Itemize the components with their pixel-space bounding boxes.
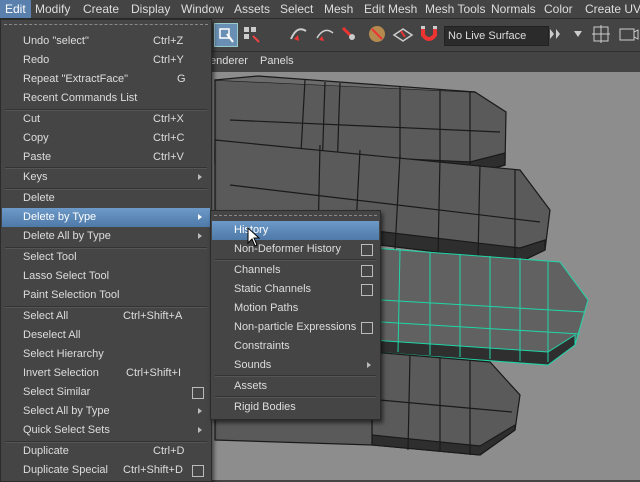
menu-item-deselect-all[interactable]: Deselect All bbox=[2, 326, 210, 345]
option-box-icon[interactable] bbox=[361, 284, 373, 296]
snap-live-icon[interactable] bbox=[366, 23, 388, 45]
menu-item-select-all[interactable]: Select All Ctrl+Shift+A bbox=[2, 307, 210, 326]
mesh-finger-4 bbox=[371, 351, 521, 456]
panel-menubar: enderer Panels bbox=[210, 52, 640, 72]
menu-item-delete[interactable]: Delete bbox=[2, 189, 210, 208]
submenu-arrow-icon bbox=[198, 427, 202, 433]
menu-select[interactable]: Select bbox=[275, 0, 318, 18]
submenu-item-history[interactable]: History bbox=[212, 221, 379, 240]
menu-tear-off[interactable] bbox=[214, 215, 377, 216]
menu-tear-off[interactable] bbox=[4, 24, 208, 25]
main-menubar: Edit Modify Create Display Window Assets… bbox=[0, 0, 640, 19]
snap-grid-icon[interactable] bbox=[240, 23, 262, 45]
snap-curve-icon[interactable] bbox=[288, 23, 310, 45]
menu-item-undo[interactable]: Undo "select" Ctrl+Z bbox=[2, 32, 210, 51]
menu-color[interactable]: Color bbox=[539, 0, 578, 18]
submenu-item-motion-paths[interactable]: Motion Paths bbox=[212, 299, 379, 318]
menu-item-repeat[interactable]: Repeat "ExtractFace" G bbox=[2, 70, 210, 89]
submenu-arrow-icon bbox=[198, 214, 202, 220]
option-box-icon[interactable] bbox=[192, 465, 204, 477]
edit-menu-dropdown: Undo "select" Ctrl+Z Redo Ctrl+Y Repeat "E… bbox=[0, 19, 212, 482]
option-box-icon[interactable] bbox=[361, 265, 373, 277]
menu-item-quick-select-sets[interactable]: Quick Select Sets bbox=[2, 421, 210, 440]
menu-normals[interactable]: Normals bbox=[486, 0, 541, 18]
snap-plane-icon[interactable] bbox=[392, 23, 414, 45]
menu-edit[interactable]: Edit bbox=[0, 0, 31, 18]
option-box-icon[interactable] bbox=[361, 322, 373, 334]
dropdown-arrow-icon[interactable] bbox=[572, 23, 584, 45]
menu-item-lasso-select[interactable]: Lasso Select Tool bbox=[2, 267, 210, 286]
transform-constraint-icon[interactable] bbox=[590, 23, 612, 45]
menu-assets[interactable]: Assets bbox=[229, 0, 275, 18]
submenu-item-rigid-bodies[interactable]: Rigid Bodies bbox=[212, 398, 379, 417]
submenu-arrow-icon bbox=[198, 233, 202, 239]
submenu-item-static-channels[interactable]: Static Channels bbox=[212, 280, 379, 299]
select-camera-icon[interactable] bbox=[214, 23, 238, 47]
menu-create[interactable]: Create bbox=[78, 0, 124, 18]
menu-mesh-tools[interactable]: Mesh Tools bbox=[420, 0, 490, 18]
menu-item-delete-all-by-type[interactable]: Delete All by Type bbox=[2, 227, 210, 246]
menu-item-delete-by-type[interactable]: Delete by Type bbox=[2, 208, 210, 227]
menu-item-select-tool[interactable]: Select Tool bbox=[2, 248, 210, 267]
submenu-item-non-deformer-history[interactable]: Non-Deformer History bbox=[212, 240, 379, 259]
submenu-item-sounds[interactable]: Sounds bbox=[212, 356, 379, 375]
expand-right-icon[interactable] bbox=[548, 23, 562, 45]
option-box-icon[interactable] bbox=[361, 244, 373, 256]
menu-item-select-all-by-type[interactable]: Select All by Type bbox=[2, 402, 210, 421]
menu-item-select-similar[interactable]: Select Similar bbox=[2, 383, 210, 402]
mesh-finger-3-selected bbox=[371, 247, 589, 366]
menu-item-invert-selection[interactable]: Invert Selection Ctrl+Shift+I bbox=[2, 364, 210, 383]
menu-item-duplicate-special[interactable]: Duplicate Special Ctrl+Shift+D bbox=[2, 461, 210, 480]
menu-create-uvs[interactable]: Create UVs bbox=[580, 0, 640, 18]
snap-view-icon[interactable] bbox=[338, 23, 360, 45]
option-box-icon[interactable] bbox=[192, 387, 204, 399]
menu-item-duplicate[interactable]: Duplicate Ctrl+D bbox=[2, 442, 210, 461]
magnet-icon[interactable] bbox=[418, 23, 440, 45]
menu-item-redo[interactable]: Redo Ctrl+Y bbox=[2, 51, 210, 70]
status-toolbar: No Live Surface bbox=[210, 19, 640, 52]
mouse-cursor-icon bbox=[247, 227, 261, 247]
panel-menu-renderer[interactable]: enderer bbox=[210, 55, 248, 67]
menu-edit-mesh[interactable]: Edit Mesh bbox=[359, 0, 422, 18]
menu-item-select-hierarchy[interactable]: Select Hierarchy bbox=[2, 345, 210, 364]
menu-display[interactable]: Display bbox=[126, 0, 175, 18]
submenu-arrow-icon bbox=[198, 408, 202, 414]
live-surface-field[interactable]: No Live Surface bbox=[444, 26, 549, 46]
delete-by-type-submenu: History Non-Deformer History Channels St… bbox=[210, 210, 381, 420]
snap-point-icon[interactable] bbox=[314, 23, 336, 45]
panel-menu-panels[interactable]: Panels bbox=[260, 55, 294, 67]
menu-mesh[interactable]: Mesh bbox=[319, 0, 358, 18]
menu-item-cut[interactable]: Cut Ctrl+X bbox=[2, 110, 210, 129]
render-icon[interactable] bbox=[618, 23, 640, 45]
submenu-item-assets[interactable]: Assets bbox=[212, 377, 379, 396]
menu-modify[interactable]: Modify bbox=[30, 0, 75, 18]
menu-item-paint-selection[interactable]: Paint Selection Tool bbox=[2, 286, 210, 305]
submenu-arrow-icon bbox=[367, 362, 371, 368]
submenu-item-channels[interactable]: Channels bbox=[212, 261, 379, 280]
menu-item-recent-commands[interactable]: Recent Commands List bbox=[2, 89, 210, 108]
menu-item-copy[interactable]: Copy Ctrl+C bbox=[2, 129, 210, 148]
submenu-arrow-icon bbox=[198, 174, 202, 180]
submenu-item-non-particle-expressions[interactable]: Non-particle Expressions bbox=[212, 318, 379, 337]
menu-item-paste[interactable]: Paste Ctrl+V bbox=[2, 148, 210, 167]
menu-item-keys[interactable]: Keys bbox=[2, 168, 210, 187]
menu-window[interactable]: Window bbox=[176, 0, 229, 18]
submenu-item-constraints[interactable]: Constraints bbox=[212, 337, 379, 356]
